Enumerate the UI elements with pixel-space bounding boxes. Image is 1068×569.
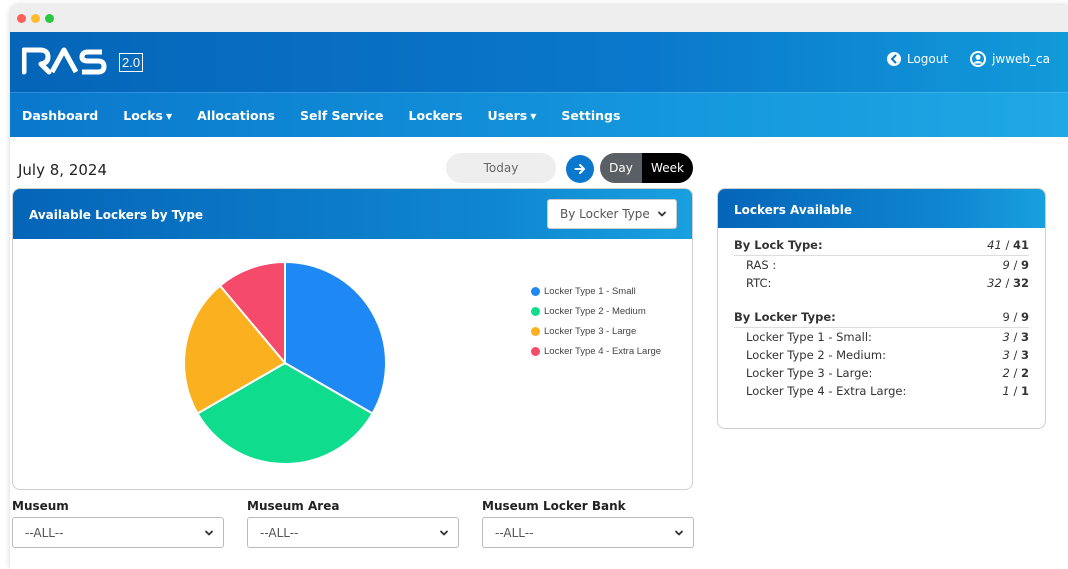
window-titlebar <box>10 5 1068 32</box>
locker-bank-filter: Museum Locker Bank --ALL-- <box>482 499 694 548</box>
card-title: Available Lockers by Type <box>29 208 204 222</box>
legend-swatch <box>531 306 540 316</box>
arrow-right-icon <box>574 164 585 174</box>
chevron-down-icon <box>675 530 683 536</box>
view-toggle: Day Week <box>600 153 693 183</box>
ras-logo[interactable]: 2.0 <box>21 42 152 78</box>
today-button[interactable]: Today <box>446 153 556 183</box>
section-count: 9 / 9 <box>1002 309 1029 324</box>
legend-item[interactable]: Locker Type 2 - Medium <box>531 301 661 321</box>
museum-area-label: Museum Area <box>247 499 340 513</box>
next-button[interactable] <box>566 155 594 183</box>
header-links: Logout jwweb_ca <box>886 51 1050 67</box>
logout-label: Logout <box>906 52 949 66</box>
lock-type-row: RTC: 32 / 32 <box>746 276 1029 290</box>
section-count: 41 / 41 <box>987 237 1029 252</box>
legend-label: Locker Type 1 - Small <box>544 285 636 297</box>
museum-area-select[interactable]: --ALL-- <box>247 517 459 548</box>
close-window-dot[interactable] <box>17 14 26 23</box>
version-badge: 2.0 <box>119 53 144 72</box>
legend-item[interactable]: Locker Type 3 - Large <box>531 321 661 341</box>
museum-area-filter: Museum Area --ALL-- <box>247 499 459 548</box>
card-title: Lockers Available <box>734 203 852 217</box>
locker-type-row: Locker Type 2 - Medium: 3 / 3 <box>746 348 1029 362</box>
museum-select[interactable]: --ALL-- <box>12 517 224 548</box>
pie-chart <box>183 260 387 465</box>
section-label: By Locker Type: <box>734 309 836 324</box>
nav-lockers[interactable]: Lockers <box>409 108 463 123</box>
legend-label: Locker Type 3 - Large <box>544 325 637 337</box>
nav-users[interactable]: Users ▼ <box>488 108 537 123</box>
available-lockers-card: Available Lockers by Type By Locker Type… <box>12 188 693 490</box>
app-header: 2.0 Logout jwweb_ca <box>10 32 1068 92</box>
locker-bank-select[interactable]: --ALL-- <box>482 517 694 548</box>
user-icon <box>970 51 987 67</box>
legend-label: Locker Type 2 - Medium <box>544 305 646 317</box>
locker-type-row: Locker Type 4 - Extra Large: 1 / 1 <box>746 384 1029 398</box>
museum-label: Museum <box>12 499 69 513</box>
locker-bank-label: Museum Locker Bank <box>482 499 626 513</box>
logout-icon <box>886 52 901 66</box>
select-value: By Locker Type <box>560 207 650 221</box>
week-view-button[interactable]: Week <box>642 153 693 183</box>
section-label: By Lock Type: <box>734 237 823 252</box>
locker-type-row: Locker Type 3 - Large: 2 / 2 <box>746 366 1029 380</box>
lock-type-section: By Lock Type: 41 / 41 <box>734 234 1029 256</box>
lockers-available-card: Lockers Available By Lock Type: 41 / 41 … <box>717 188 1046 429</box>
nav-allocations[interactable]: Allocations <box>197 108 275 123</box>
nav-locks[interactable]: Locks ▼ <box>123 108 172 123</box>
legend-item[interactable]: Locker Type 1 - Small <box>531 281 661 301</box>
legend-swatch <box>531 326 540 336</box>
caret-down-icon: ▼ <box>165 111 173 121</box>
logout-link[interactable]: Logout <box>886 51 949 67</box>
locker-type-row: Locker Type 1 - Small: 3 / 3 <box>746 330 1029 344</box>
day-view-button[interactable]: Day <box>600 153 642 183</box>
locker-type-section: By Locker Type: 9 / 9 <box>734 306 1029 328</box>
minimize-window-dot[interactable] <box>31 14 40 23</box>
legend-swatch <box>531 286 540 296</box>
legend-item[interactable]: Locker Type 4 - Extra Large <box>531 341 661 361</box>
main-nav: Dashboard Locks ▼ Allocations Self Servic… <box>10 92 1068 137</box>
nav-dashboard[interactable]: Dashboard <box>22 108 98 123</box>
chevron-down-icon <box>205 530 213 536</box>
chevron-down-icon <box>440 530 448 536</box>
card-header: Available Lockers by Type By Locker Type <box>13 189 692 239</box>
caret-down-icon: ▼ <box>530 111 537 121</box>
legend-label: Locker Type 4 - Extra Large <box>544 345 662 357</box>
card-header: Lockers Available <box>718 189 1045 228</box>
chevron-down-icon <box>658 211 666 217</box>
nav-self-service[interactable]: Self Service <box>300 108 384 123</box>
user-menu[interactable]: jwweb_ca <box>970 51 1050 67</box>
legend-swatch <box>531 346 540 356</box>
maximize-window-dot[interactable] <box>45 14 54 23</box>
lock-type-row: RAS : 9 / 9 <box>746 258 1029 272</box>
nav-settings[interactable]: Settings <box>561 108 620 123</box>
chart-legend: Locker Type 1 - Small Locker Type 2 - Med… <box>531 281 661 361</box>
current-date: July 8, 2024 <box>18 161 107 179</box>
chart-grouping-select[interactable]: By Locker Type <box>547 199 677 229</box>
username-label: jwweb_ca <box>992 52 1050 66</box>
museum-filter: Museum --ALL-- <box>12 499 224 548</box>
